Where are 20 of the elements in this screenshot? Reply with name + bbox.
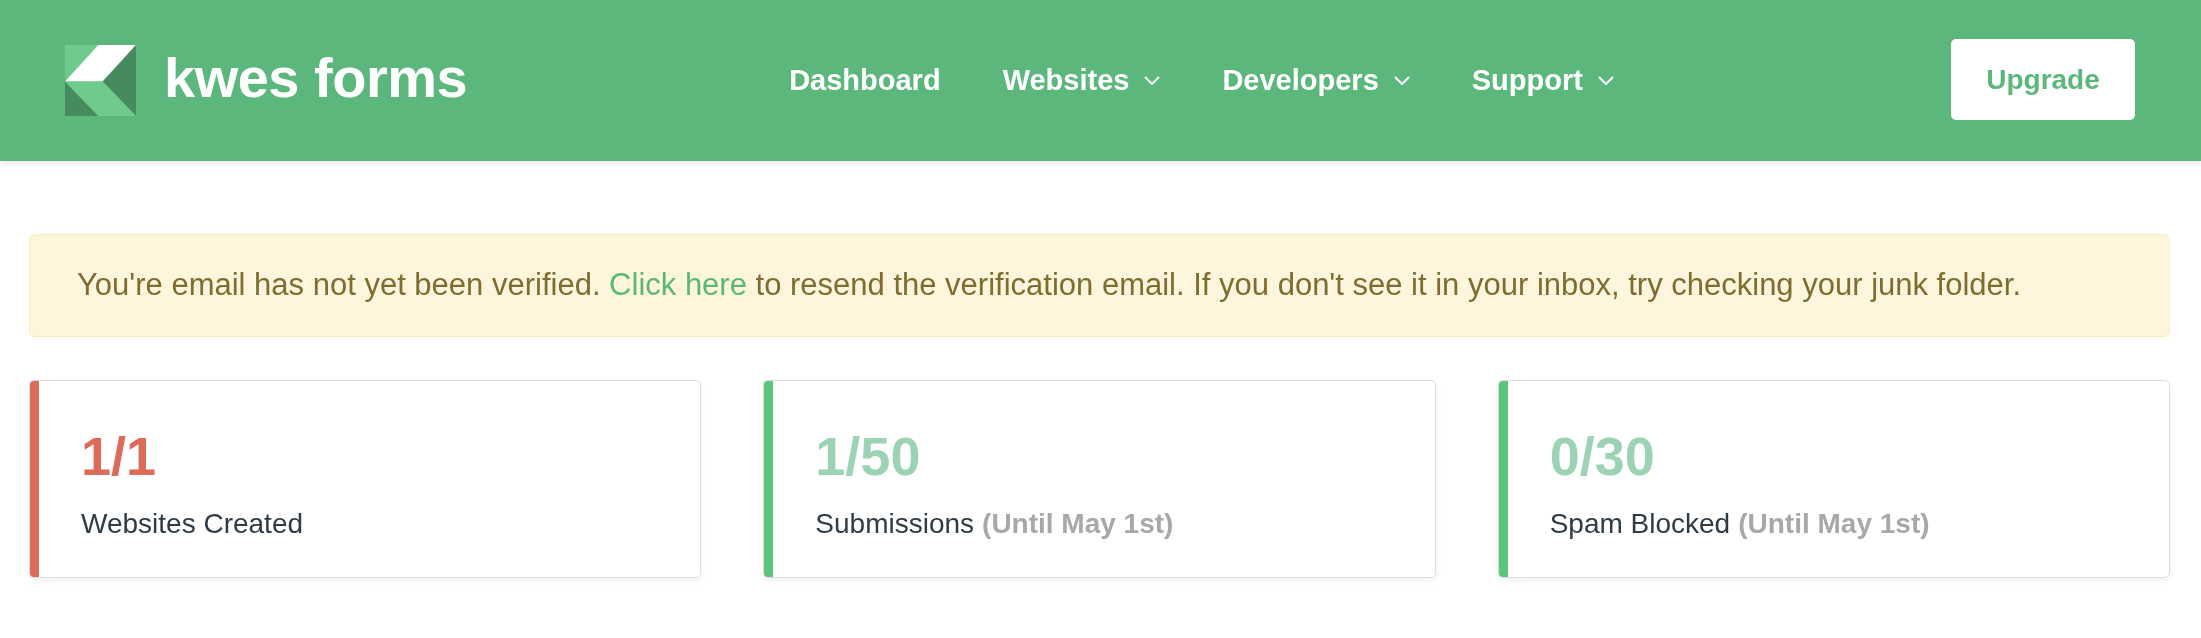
chevron-icon: [1393, 76, 1410, 85]
stat-note: (Until May 1st): [1738, 507, 1930, 541]
nav-link[interactable]: Dashboard: [789, 64, 941, 97]
verification-message: You're email has not yet been verified. Click here to resend the verification email. If you don't see it in your inbox, try checking your junk folder.: [77, 266, 2022, 305]
nav-dropdown[interactable]: Support: [1471, 64, 1614, 97]
stat-label: Submissions: [815, 507, 975, 541]
nav-dropdown[interactable]: Developers: [1222, 64, 1410, 97]
logo-icon[interactable]: [65, 45, 136, 116]
nav-dropdown[interactable]: Websites: [1002, 64, 1161, 97]
stat-value: 0/30: [1549, 429, 1655, 483]
stat-value: 1/1: [81, 429, 157, 483]
stat-label: Websites Created: [81, 507, 304, 541]
resend-link[interactable]: Click here: [609, 267, 747, 303]
chevron-icon: [1597, 76, 1614, 85]
stat-value: 1/50: [815, 429, 921, 483]
upgrade-button[interactable]: Upgrade: [1951, 39, 2135, 120]
chevron-icon: [1144, 76, 1161, 85]
stat-label: Spam Blocked: [1549, 507, 1731, 541]
logo-text[interactable]: kwes forms: [164, 46, 468, 115]
stat-note: (Until May 1st): [982, 507, 1174, 541]
